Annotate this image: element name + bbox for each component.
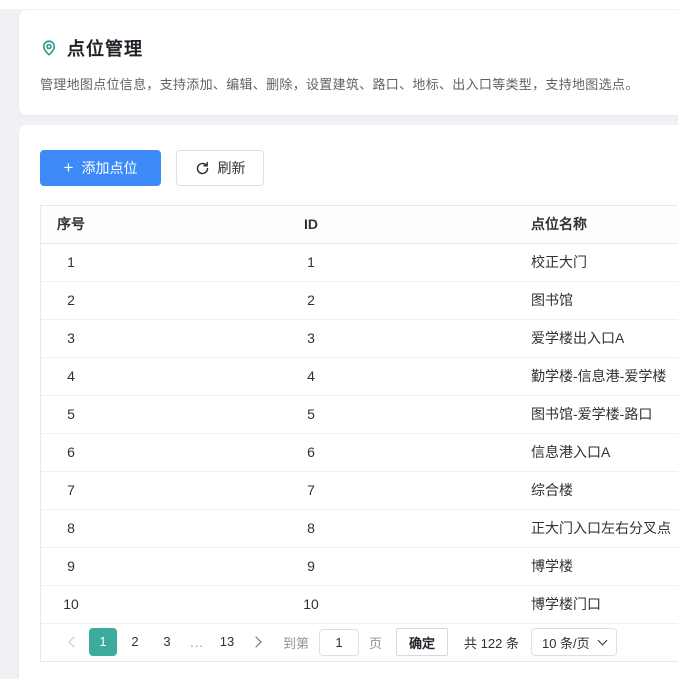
table-row: 9 9 博学楼 bbox=[41, 547, 678, 585]
page-jump-input[interactable] bbox=[319, 629, 359, 656]
cell-index: 9 bbox=[41, 547, 101, 585]
page-number-2[interactable]: 2 bbox=[121, 628, 149, 656]
prev-page-button[interactable] bbox=[63, 628, 85, 656]
cell-name: 博学楼门口 bbox=[521, 585, 678, 623]
page-title: 点位管理 bbox=[67, 35, 143, 61]
cell-id: 6 bbox=[101, 433, 521, 471]
table-row: 7 7 综合楼 bbox=[41, 471, 678, 509]
jump-suffix-label: 页 bbox=[369, 633, 382, 652]
content-background: 点位管理 管理地图点位信息，支持添加、编辑、删除，设置建筑、路口、地标、出入口等… bbox=[0, 9, 678, 679]
plus-icon: + bbox=[64, 159, 74, 176]
cell-name: 博学楼 bbox=[521, 547, 678, 585]
page-number-1[interactable]: 1 bbox=[89, 628, 117, 656]
cell-id: 9 bbox=[101, 547, 521, 585]
cell-id: 8 bbox=[101, 509, 521, 547]
add-point-button[interactable]: + 添加点位 bbox=[40, 150, 161, 186]
table-row: 3 3 爱学楼出入口A bbox=[41, 319, 678, 357]
cell-index: 5 bbox=[41, 395, 101, 433]
chevron-left-icon bbox=[68, 636, 79, 647]
column-header-index: 序号 bbox=[41, 206, 101, 243]
cell-index: 6 bbox=[41, 433, 101, 471]
page-size-value: 10 条/页 bbox=[542, 633, 590, 652]
table-header-row: 序号 ID 点位名称 bbox=[41, 206, 678, 243]
table-row: 1 1 校正大门 bbox=[41, 243, 678, 281]
table-row: 5 5 图书馆-爱学楼-路口 bbox=[41, 395, 678, 433]
cell-name: 图书馆 bbox=[521, 281, 678, 319]
cell-index: 10 bbox=[41, 585, 101, 623]
refresh-icon bbox=[195, 161, 210, 176]
cell-index: 4 bbox=[41, 357, 101, 395]
cell-id: 3 bbox=[101, 319, 521, 357]
page-title-row: 点位管理 bbox=[40, 35, 678, 61]
cell-name: 综合楼 bbox=[521, 471, 678, 509]
cell-name: 正大门入口左右分叉点 bbox=[521, 509, 678, 547]
cell-name: 勤学楼-信息港-爱学楼 bbox=[521, 357, 678, 395]
cell-name: 信息港入口A bbox=[521, 433, 678, 471]
cell-index: 1 bbox=[41, 243, 101, 281]
refresh-label: 刷新 bbox=[218, 158, 246, 178]
cell-index: 7 bbox=[41, 471, 101, 509]
cell-name: 爱学楼出入口A bbox=[521, 319, 678, 357]
cell-id: 10 bbox=[101, 585, 521, 623]
cell-id: 2 bbox=[101, 281, 521, 319]
page-number-3[interactable]: 3 bbox=[153, 628, 181, 656]
next-page-button[interactable] bbox=[245, 628, 267, 656]
cell-index: 2 bbox=[41, 281, 101, 319]
jump-prefix-label: 到第 bbox=[283, 633, 309, 652]
chevron-right-icon bbox=[250, 636, 261, 647]
cell-id: 4 bbox=[101, 357, 521, 395]
pagination: 1 2 3 ... 13 到第 页 确定 共 122 条 10 条/页 bbox=[41, 624, 678, 661]
page-header-card: 点位管理 管理地图点位信息，支持添加、编辑、删除，设置建筑、路口、地标、出入口等… bbox=[19, 10, 678, 115]
cell-name: 图书馆-爱学楼-路口 bbox=[521, 395, 678, 433]
top-bar bbox=[0, 0, 678, 9]
add-point-label: 添加点位 bbox=[81, 158, 137, 178]
content-card: + 添加点位 刷新 bbox=[19, 125, 678, 679]
table-row: 2 2 图书馆 bbox=[41, 281, 678, 319]
location-pin-icon bbox=[40, 39, 58, 57]
table-row: 6 6 信息港入口A bbox=[41, 433, 678, 471]
page-number-13[interactable]: 13 bbox=[213, 628, 241, 656]
column-header-id: ID bbox=[101, 206, 521, 243]
table-row: 10 10 博学楼门口 bbox=[41, 585, 678, 623]
refresh-button[interactable]: 刷新 bbox=[176, 150, 264, 186]
points-table: 序号 ID 点位名称 1 1 校正大门 2 2 bbox=[40, 205, 678, 662]
confirm-button[interactable]: 确定 bbox=[396, 628, 448, 656]
chevron-down-icon bbox=[597, 635, 607, 645]
cell-id: 1 bbox=[101, 243, 521, 281]
toolbar: + 添加点位 刷新 bbox=[40, 150, 678, 186]
page: 点位管理 管理地图点位信息，支持添加、编辑、删除，设置建筑、路口、地标、出入口等… bbox=[0, 0, 678, 679]
total-count-label: 共 122 条 bbox=[464, 633, 519, 652]
column-header-name: 点位名称 bbox=[521, 206, 678, 243]
cell-index: 3 bbox=[41, 319, 101, 357]
cell-id: 7 bbox=[101, 471, 521, 509]
table-row: 8 8 正大门入口左右分叉点 bbox=[41, 509, 678, 547]
cell-id: 5 bbox=[101, 395, 521, 433]
cell-name: 校正大门 bbox=[521, 243, 678, 281]
table-row: 4 4 勤学楼-信息港-爱学楼 bbox=[41, 357, 678, 395]
page-size-select[interactable]: 10 条/页 bbox=[531, 628, 617, 656]
page-ellipsis: ... bbox=[185, 635, 209, 650]
cell-index: 8 bbox=[41, 509, 101, 547]
page-description: 管理地图点位信息，支持添加、编辑、删除，设置建筑、路口、地标、出入口等类型，支持… bbox=[40, 74, 678, 93]
